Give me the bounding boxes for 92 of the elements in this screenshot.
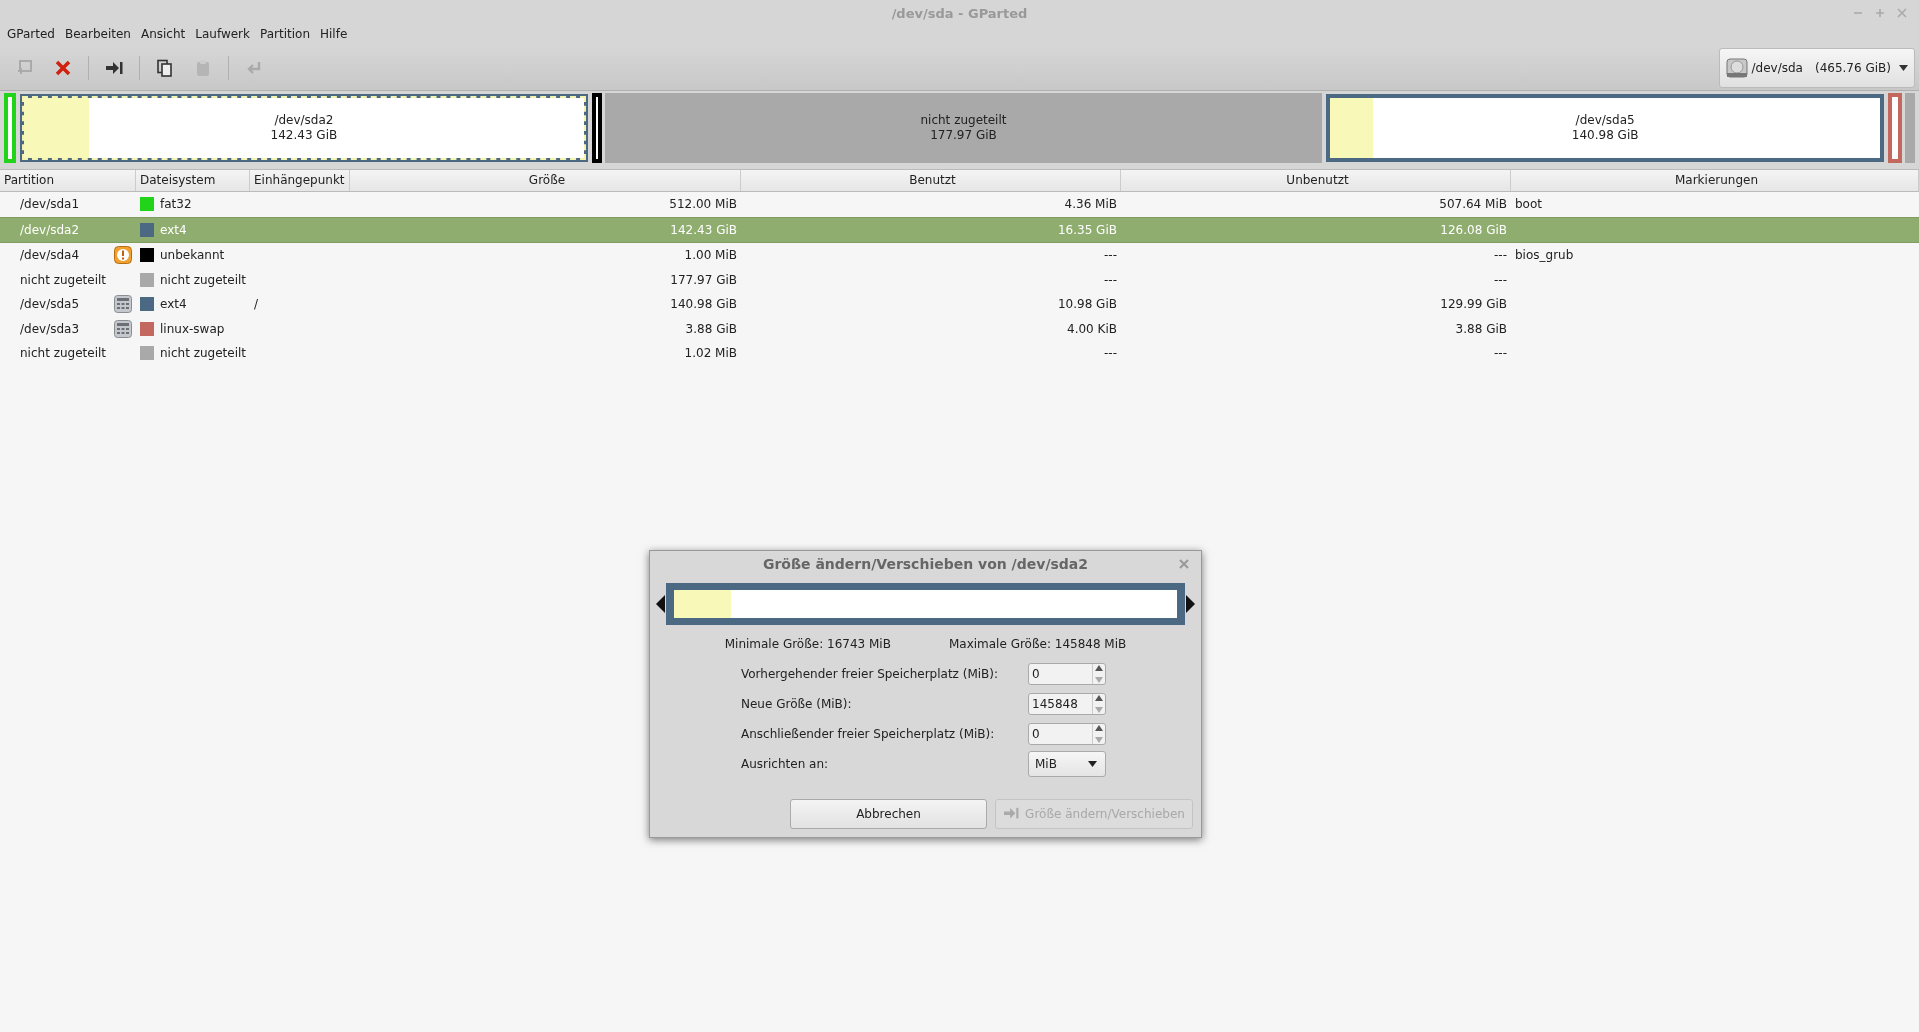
table-cell: fat32 [160,197,192,212]
table-cell: --- [1494,272,1507,287]
column-header[interactable]: Dateisystem [136,170,250,191]
column-header[interactable]: Partition [0,170,136,191]
table-cell: 140.98 GiB [670,297,737,312]
field-label: Neue Größe (MiB): [741,697,852,711]
partition-segment [1905,93,1915,163]
keypad-icon [114,319,132,338]
table-cell: 4.00 KiB [1067,321,1117,336]
align-dropdown[interactable]: MiB [1028,751,1106,777]
caret-icon [1088,761,1097,767]
menu-item[interactable]: Ansicht [135,26,191,42]
table-cell: 4.36 MiB [1064,197,1117,212]
maximum-size-label: Maximale Größe: 145848 MiB [948,637,1127,651]
partition-segment[interactable]: /dev/sda5 140.98 GiB [1325,93,1886,163]
table-cell: 129.99 GiB [1440,297,1507,312]
column-header[interactable]: Einhängepunkt [250,170,350,191]
paste-icon [194,59,212,77]
segment-size: 140.98 GiB [1571,128,1639,143]
resize-icon [1003,807,1020,821]
column-header[interactable]: Unbenutzt [1121,170,1511,191]
table-cell: /dev/sda3 [20,321,80,336]
table-cell: nicht zugeteilt [160,272,247,287]
spin-field[interactable]: 0 [1028,723,1106,745]
table-cell: 3.88 GiB [685,321,737,336]
spin-arrows-icon[interactable] [1095,694,1103,714]
partition-size-bar[interactable] [666,583,1185,625]
spin-arrows-icon[interactable] [1095,724,1103,744]
table-cell: --- [1494,346,1507,361]
segment-size: 142.43 GiB [270,128,338,143]
menu-item[interactable]: Partition [255,26,315,42]
spin-field[interactable]: 145848 [1028,693,1106,715]
segment-label: nicht zugeteilt [920,113,1007,128]
table-cell: /dev/sda5 [20,297,80,312]
table-cell: linux-swap [160,321,225,336]
field-label: Vorhergehender freier Speicherplatz (MiB): [741,667,999,681]
table-cell: 3.88 GiB [1455,321,1507,336]
field-label: Anschließender freier Speicherplatz (MiB): [741,727,995,741]
table-cell: unbekannt [160,248,225,263]
device-dropdown[interactable]: /dev/sda (465.76 GiB) [1718,48,1915,88]
table-cell: bios_grub [1515,248,1574,263]
table-cell: --- [1494,248,1507,263]
table-cell: nicht zugeteilt [20,272,107,287]
unallocated-segment[interactable]: nicht zugeteilt 177.97 GiB [604,93,1323,163]
segment-label: /dev/sda5 [1575,113,1635,128]
copy-icon [156,59,174,77]
new-partition-icon [16,59,34,77]
table-cell: nicht zugeteilt [160,346,247,361]
table-cell: --- [1104,346,1117,361]
table-cell: 1.02 MiB [684,346,737,361]
column-header[interactable]: Größe [350,170,741,191]
arrow-to-bar-icon [105,59,123,77]
table-cell: --- [1104,272,1117,287]
table-cell: 10.98 GiB [1057,297,1117,312]
window-title: /dev/sda - GParted [891,5,1028,21]
table-cell: nicht zugeteilt [20,346,107,361]
partition-segment[interactable] [591,93,602,163]
segment-label: /dev/sda2 [274,113,334,128]
field-label: Ausrichten an: [741,757,829,771]
partition-segment[interactable]: /dev/sda2 142.43 GiB [18,93,589,163]
table-cell: 16.35 GiB [1057,222,1117,237]
table-cell: 507.64 MiB [1439,197,1507,212]
spin-arrows-icon[interactable] [1095,664,1103,684]
table-cell: /dev/sda4 [20,248,80,263]
cancel-button[interactable]: Abbrechen [790,799,987,829]
table-cell: 512.00 MiB [669,197,737,212]
menu-item[interactable]: Hilfe [315,26,353,42]
spin-field[interactable]: 0 [1028,663,1106,685]
keypad-icon [114,295,132,314]
table-cell: ext4 [160,222,187,237]
menu-item[interactable]: GParted [2,26,60,42]
caret-icon [1899,65,1908,71]
table-cell: ext4 [160,297,187,312]
table-cell: / [254,297,259,312]
table-cell: --- [1104,248,1117,263]
table-cell: /dev/sda1 [20,197,80,212]
table-cell: boot [1515,197,1542,212]
segment-size: 177.97 GiB [930,128,997,143]
column-header[interactable]: Benutzt [741,170,1121,191]
table-cell: 177.97 GiB [670,272,737,287]
close-icon[interactable] [1179,559,1189,569]
menu-item[interactable]: Laufwerk [190,26,255,42]
warning-icon [114,246,132,265]
table-cell: 1.00 MiB [684,248,737,263]
delete-icon [55,60,71,76]
table-cell: 126.08 GiB [1440,222,1507,237]
column-header[interactable]: Markierungen [1511,170,1919,191]
table-cell: /dev/sda2 [20,222,80,237]
dialog-title: Größe ändern/Verschieben von /dev/sda2 [762,556,1089,572]
minimum-size-label: Minimale Größe: 16743 MiB [724,637,891,651]
table-cell: 142.43 GiB [670,222,737,237]
menu-item[interactable]: Bearbeiten [60,26,136,42]
